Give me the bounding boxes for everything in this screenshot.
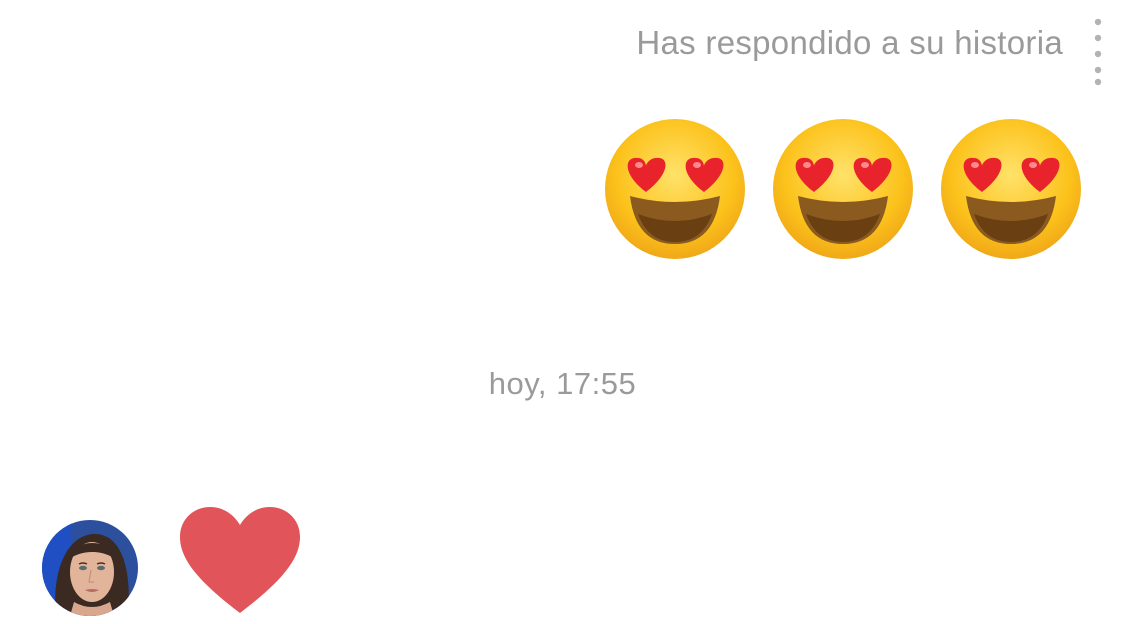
sent-emoji-message[interactable] <box>602 116 1084 262</box>
story-reply-note: Has respondido a su historia <box>636 24 1063 61</box>
heart-eyes-emoji-icon <box>941 119 1081 259</box>
profile-photo-icon <box>42 520 138 616</box>
avatar[interactable] <box>42 520 138 616</box>
heart-reaction-icon[interactable] <box>178 505 302 615</box>
heart-eyes-emoji-icon <box>605 119 745 259</box>
message-timestamp: hoy, 17:55 <box>488 366 637 401</box>
heart-eyes-emoji-icon <box>773 119 913 259</box>
more-options-icon[interactable] <box>1092 16 1104 88</box>
